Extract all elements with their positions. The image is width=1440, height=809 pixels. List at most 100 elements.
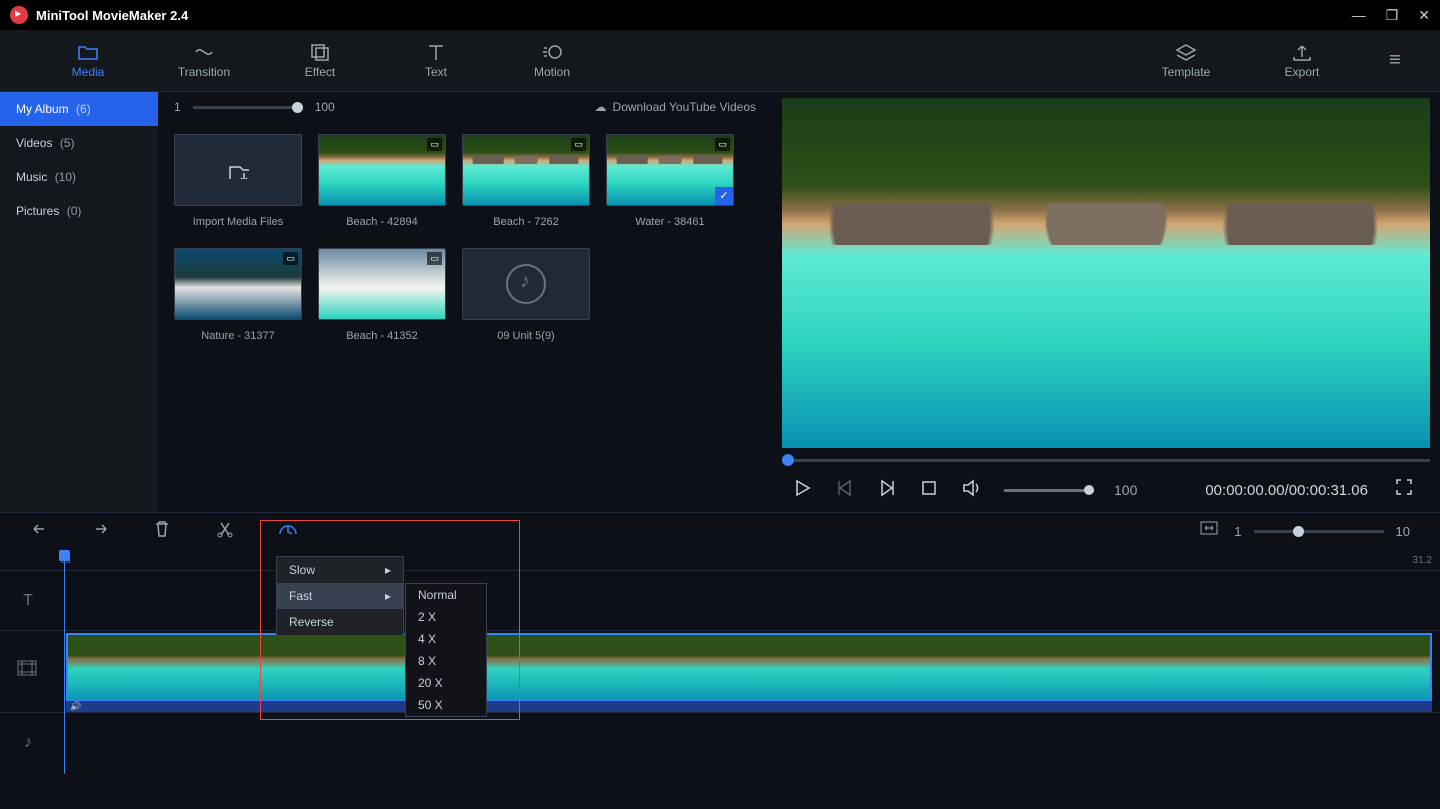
sidebar-item-videos[interactable]: Videos (5)	[0, 126, 158, 160]
tab-label: Effect	[305, 65, 335, 79]
speed-option-2x[interactable]: 2 X	[406, 606, 486, 628]
thumb-zoom-slider[interactable]	[193, 106, 303, 109]
sidebar-item-myalbum[interactable]: My Album (6)	[0, 92, 158, 126]
media-item[interactable]: ▭✓ Water - 38461	[606, 134, 734, 228]
tab-label: Text	[425, 65, 447, 79]
clip-audio-strip: 🔊	[66, 700, 1432, 712]
download-youtube-label: Download YouTube Videos	[613, 100, 756, 114]
sidebar-item-music[interactable]: Music (10)	[0, 160, 158, 194]
submenu-arrow-icon: ▸	[385, 563, 391, 577]
tab-template[interactable]: Template	[1128, 43, 1244, 79]
preview-seek-slider[interactable]	[782, 452, 1430, 468]
speed-option-8x[interactable]: 8 X	[406, 650, 486, 672]
tab-text[interactable]: Text	[378, 43, 494, 79]
speed-menu-reverse[interactable]: Reverse	[277, 609, 403, 635]
media-item[interactable]: 09 Unit 5(9)	[462, 248, 590, 342]
media-item-label: Beach - 42894	[318, 216, 446, 228]
speed-menu-slow[interactable]: Slow▸	[277, 557, 403, 583]
video-badge-icon: ▭	[571, 138, 586, 151]
tab-export[interactable]: Export	[1244, 43, 1360, 79]
next-frame-button[interactable]	[878, 479, 900, 502]
folder-icon	[77, 43, 99, 61]
tab-transition[interactable]: Transition	[146, 43, 262, 79]
media-item-label: Water - 38461	[606, 216, 734, 228]
music-note-icon	[506, 264, 546, 304]
tab-label: Export	[1285, 65, 1320, 79]
speed-option-50x[interactable]: 50 X	[406, 694, 486, 716]
tab-motion[interactable]: Motion	[494, 43, 610, 79]
timeline-zoom-min: 1	[1234, 524, 1241, 539]
export-icon	[1291, 43, 1313, 61]
timeline: 0s 31.2 T 🔊 ♪	[0, 550, 1440, 772]
fullscreen-button[interactable]	[1396, 479, 1418, 502]
volume-slider[interactable]	[1004, 489, 1094, 492]
volume-button[interactable]	[962, 479, 984, 502]
sidebar-item-pictures[interactable]: Pictures (0)	[0, 194, 158, 228]
motion-icon	[541, 43, 563, 61]
timeline-toolbar: 1 10	[0, 512, 1440, 550]
timeline-zoom-slider[interactable]	[1254, 530, 1384, 533]
video-clip[interactable]	[66, 633, 1432, 705]
thumb-zoom-max: 100	[315, 100, 335, 114]
hamburger-menu-button[interactable]: ≡	[1380, 49, 1410, 72]
tab-label: Media	[72, 65, 105, 79]
speed-menu-fast[interactable]: Fast▸	[277, 583, 403, 609]
delete-button[interactable]	[154, 520, 176, 543]
sidebar-item-label: Pictures	[16, 204, 59, 218]
stop-button[interactable]	[920, 479, 942, 502]
media-item-label: Import Media Files	[174, 216, 302, 228]
import-media-button[interactable]: Import Media Files	[174, 134, 302, 228]
playhead[interactable]	[64, 554, 65, 774]
effect-icon	[309, 43, 331, 61]
media-item-label: 09 Unit 5(9)	[462, 330, 590, 342]
audio-track[interactable]: ♪	[0, 712, 1440, 772]
volume-value: 100	[1114, 482, 1137, 498]
speed-option-20x[interactable]: 20 X	[406, 672, 486, 694]
undo-button[interactable]	[30, 520, 52, 543]
timeline-zoom-max: 10	[1396, 524, 1410, 539]
sidebar-item-label: Videos	[16, 136, 52, 150]
timeline-ruler[interactable]: 0s 31.2	[0, 550, 1440, 570]
tab-effect[interactable]: Effect	[262, 43, 378, 79]
submenu-arrow-icon: ▸	[385, 589, 391, 603]
speaker-icon: 🔊	[70, 701, 81, 712]
speed-option-normal[interactable]: Normal	[406, 584, 486, 606]
download-youtube-link[interactable]: ☁ Download YouTube Videos	[595, 100, 756, 114]
media-item[interactable]: ▭ Beach - 41352	[318, 248, 446, 342]
media-panel: 1 100 ☁ Download YouTube Videos Import M…	[158, 92, 772, 512]
video-track[interactable]: 🔊	[0, 630, 1440, 712]
redo-button[interactable]	[92, 520, 114, 543]
text-track[interactable]: T	[0, 570, 1440, 630]
prev-frame-button[interactable]	[836, 479, 858, 502]
tab-label: Motion	[534, 65, 570, 79]
sidebar-item-label: Music	[16, 170, 47, 184]
media-item[interactable]: ▭ Beach - 42894	[318, 134, 446, 228]
media-grid: Import Media Files ▭ Beach - 42894 ▭ Bea…	[158, 122, 772, 354]
speed-button[interactable]	[278, 520, 300, 543]
sidebar-item-count: (6)	[76, 102, 91, 116]
fit-timeline-button[interactable]	[1200, 521, 1222, 542]
preview-video-area[interactable]	[782, 98, 1430, 448]
play-button[interactable]	[794, 479, 816, 502]
minimize-button[interactable]: —	[1352, 7, 1366, 24]
media-item-label: Beach - 7262	[462, 216, 590, 228]
sidebar-item-count: (0)	[67, 204, 82, 218]
split-button[interactable]	[216, 520, 238, 543]
media-item[interactable]: ▭ Nature - 31377	[174, 248, 302, 342]
ruler-end: 31.2	[1413, 555, 1432, 566]
maximize-button[interactable]: ❐	[1386, 7, 1399, 24]
preview-timecode: 00:00:00.00/00:00:31.06	[1205, 482, 1368, 499]
video-badge-icon: ▭	[427, 252, 442, 265]
text-icon	[425, 43, 447, 61]
speed-option-4x[interactable]: 4 X	[406, 628, 486, 650]
title-bar: MiniTool MovieMaker 2.4 — ❐ ✕	[0, 0, 1440, 30]
template-icon	[1175, 43, 1197, 61]
app-title: MiniTool MovieMaker 2.4	[36, 8, 188, 23]
media-item[interactable]: ▭ Beach - 7262	[462, 134, 590, 228]
media-item-label: Nature - 31377	[174, 330, 302, 342]
tab-media[interactable]: Media	[30, 43, 146, 79]
app-logo-icon	[10, 6, 28, 24]
import-folder-icon	[227, 161, 249, 179]
close-button[interactable]: ✕	[1418, 7, 1430, 24]
sidebar-item-count: (10)	[55, 170, 76, 184]
